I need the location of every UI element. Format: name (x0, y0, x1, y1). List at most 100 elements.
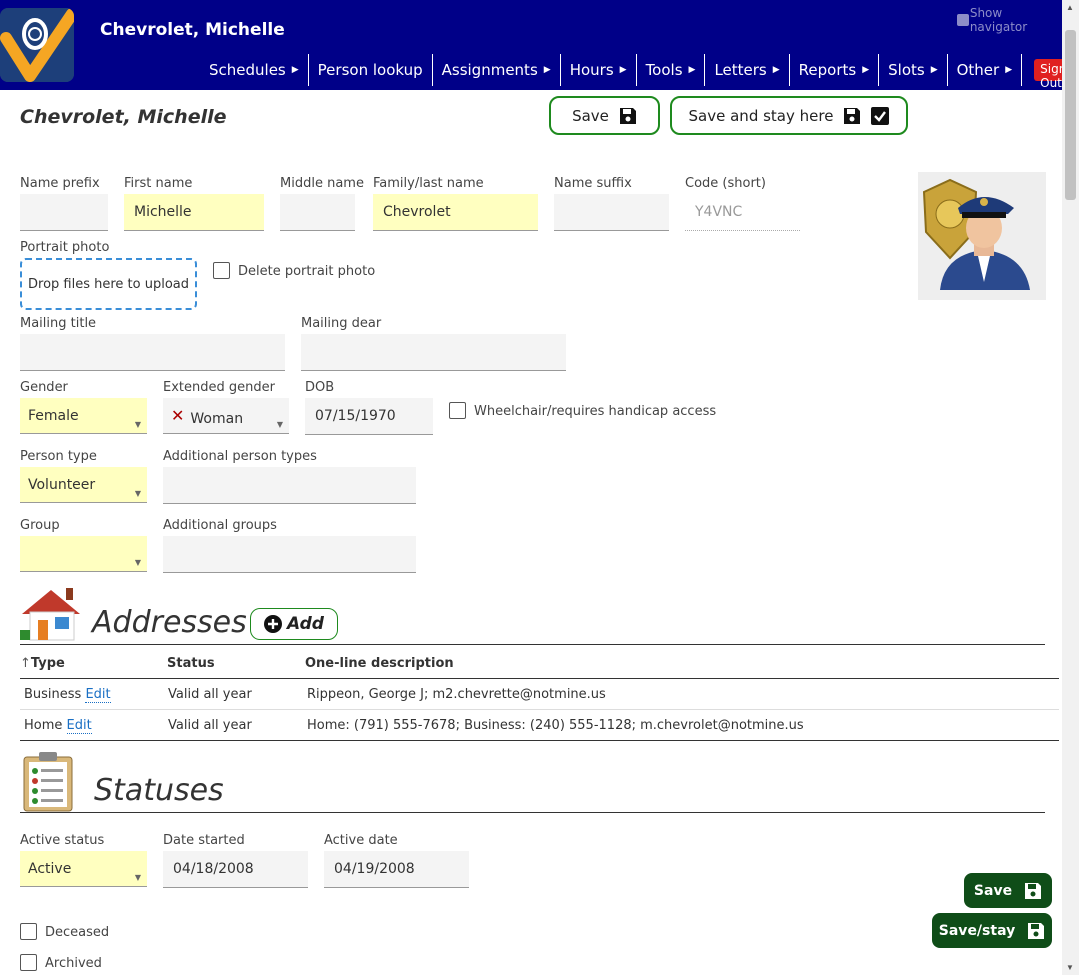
wheelchair-label: Wheelchair/requires handicap access (474, 404, 717, 419)
save-and-stay-button[interactable]: Save and stay here (670, 96, 908, 135)
deceased-checkbox[interactable] (20, 923, 37, 940)
sort-up-arrow-icon: ↑ (20, 656, 31, 671)
caret-right-icon: ▶ (930, 65, 938, 75)
portrait-image (918, 172, 1046, 300)
mailing-title-label: Mailing title (20, 316, 97, 331)
first-name-label: First name (124, 176, 193, 191)
photo-upload-dropzone[interactable]: Drop files here to upload (20, 258, 197, 310)
date-started-label: Date started (163, 833, 245, 848)
additional-person-types-label: Additional person types (163, 449, 317, 464)
menu-reports[interactable]: Reports ▶ (790, 54, 880, 86)
address-status: Valid all year (168, 687, 252, 702)
divider (20, 740, 1059, 741)
plus-circle-icon (264, 615, 282, 633)
menu-other[interactable]: Other ▶ (948, 54, 1023, 86)
menu-letters[interactable]: Letters ▶ (705, 54, 790, 86)
edit-link[interactable]: Edit (66, 718, 92, 734)
address-description: Rippeon, George J; m2.chevrette@notmine.… (307, 687, 606, 702)
mailing-title-input[interactable] (20, 334, 285, 371)
menu-schedules[interactable]: Schedules ▶ (200, 54, 309, 86)
gender-select[interactable]: Female ▼ (20, 398, 147, 434)
active-date-label: Active date (324, 833, 398, 848)
active-date-input[interactable]: 04/19/2008 (324, 851, 469, 888)
delete-portrait-label: Delete portrait photo (238, 264, 376, 279)
caret-down-icon: ▼ (276, 420, 283, 429)
first-name-input[interactable]: Michelle (124, 194, 264, 231)
dob-label: DOB (305, 380, 335, 395)
menu-tools[interactable]: Tools ▶ (637, 54, 706, 86)
active-status-select[interactable]: Active ▼ (20, 851, 147, 887)
last-name-input[interactable]: Chevrolet (373, 194, 538, 231)
floppy-disk-icon (619, 107, 636, 124)
floating-save-button[interactable]: Save (964, 873, 1052, 908)
scroll-up-icon[interactable]: ▲ (1066, 3, 1074, 12)
code-label: Code (short) (685, 176, 766, 191)
caret-down-icon: ▼ (134, 558, 141, 567)
address-type: Home (24, 718, 63, 733)
deceased-label: Deceased (45, 925, 110, 940)
clipboard-checklist-icon (22, 751, 74, 813)
divider (20, 812, 1045, 813)
col-type-header[interactable]: ↑Type (20, 656, 65, 671)
extended-gender-select[interactable]: ✕ Woman ▼ (163, 398, 289, 434)
name-prefix-label: Name prefix (20, 176, 100, 191)
col-description-header[interactable]: One-line description (305, 656, 454, 671)
mailing-dear-input[interactable] (301, 334, 566, 371)
caret-right-icon: ▶ (543, 65, 551, 75)
caret-right-icon: ▶ (688, 65, 696, 75)
caret-right-icon: ▶ (619, 65, 627, 75)
caret-right-icon: ▶ (1005, 65, 1013, 75)
wheelchair-checkbox[interactable] (449, 402, 466, 419)
person-type-select[interactable]: Volunteer ▼ (20, 467, 147, 503)
clear-icon[interactable]: ✕ (171, 406, 184, 425)
page-scrollbar[interactable]: ▲ ▼ (1062, 0, 1079, 975)
additional-groups-input[interactable] (163, 536, 416, 573)
save-button[interactable]: Save (549, 96, 660, 135)
archived-checkbox[interactable] (20, 954, 37, 971)
additional-person-types-input[interactable] (163, 467, 416, 504)
house-icon (20, 586, 82, 642)
edit-link[interactable]: Edit (85, 687, 111, 703)
menu-slots[interactable]: Slots ▶ (879, 54, 948, 86)
portrait-photo-label: Portrait photo (20, 240, 110, 255)
show-navigator-toggle[interactable]: Show navigator (957, 6, 1062, 34)
address-type: Business (24, 687, 82, 702)
caret-right-icon: ▶ (291, 65, 299, 75)
page-title: Chevrolet, Michelle (20, 106, 227, 128)
app-logo[interactable] (0, 8, 74, 82)
last-name-label: Family/last name (373, 176, 484, 191)
menu-assignments[interactable]: Assignments ▶ (433, 54, 561, 86)
delete-portrait-checkbox[interactable] (213, 262, 230, 279)
main-menu: Schedules ▶ Person lookup Assignments ▶ Ho… (200, 54, 1073, 90)
col-status-header[interactable]: Status (167, 656, 215, 671)
address-description: Home: (791) 555-7678; Business: (240) 55… (307, 718, 804, 733)
caret-right-icon: ▶ (772, 65, 780, 75)
group-select[interactable]: ▼ (20, 536, 147, 572)
floppy-disk-icon (844, 107, 861, 124)
header-person-name: Chevrolet, Michelle (100, 20, 285, 40)
address-status: Valid all year (168, 718, 252, 733)
floating-save-stay-button[interactable]: Save/stay (932, 913, 1052, 948)
gender-label: Gender (20, 380, 68, 395)
dob-input[interactable]: 07/15/1970 (305, 398, 433, 435)
additional-groups-label: Additional groups (163, 518, 277, 533)
menu-hours[interactable]: Hours ▶ (561, 54, 637, 86)
caret-down-icon: ▼ (134, 420, 141, 429)
caret-down-icon: ▼ (134, 873, 141, 882)
name-prefix-input[interactable] (20, 194, 108, 231)
top-bar: Chevrolet, Michelle Show navigator Sched… (0, 0, 1073, 90)
divider (20, 709, 1059, 710)
date-started-input[interactable]: 04/18/2008 (163, 851, 308, 888)
addresses-heading: Addresses (92, 605, 247, 640)
archived-label: Archived (45, 956, 102, 971)
name-suffix-input[interactable] (554, 194, 669, 231)
group-label: Group (20, 518, 60, 533)
menu-person-lookup[interactable]: Person lookup (309, 54, 433, 86)
mailing-dear-label: Mailing dear (301, 316, 382, 331)
middle-name-input[interactable] (280, 194, 355, 231)
scrollbar-thumb[interactable] (1065, 30, 1076, 200)
active-status-label: Active status (20, 833, 105, 848)
add-address-button[interactable]: Add (250, 608, 338, 640)
scroll-down-icon[interactable]: ▼ (1066, 963, 1074, 972)
checked-box-icon (871, 106, 890, 125)
